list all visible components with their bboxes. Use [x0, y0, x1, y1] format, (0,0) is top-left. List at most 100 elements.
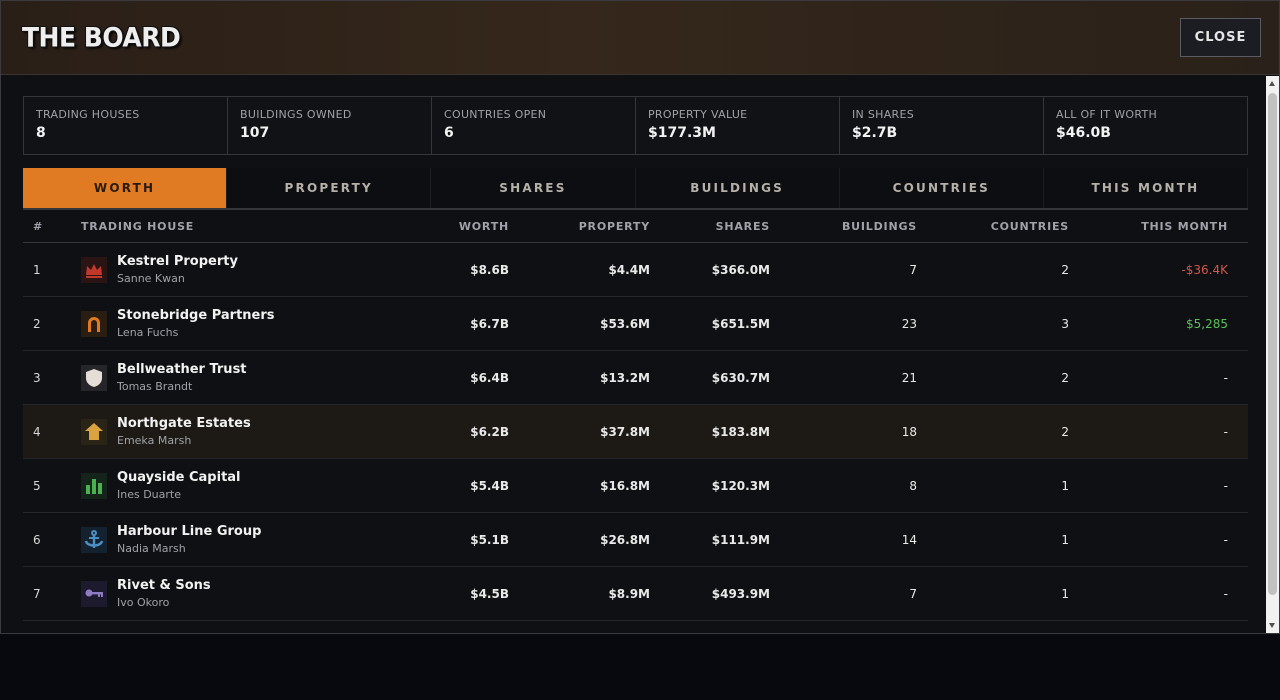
cell-worth: $8.6B — [470, 262, 509, 277]
house-name[interactable]: Northgate Estates — [117, 416, 251, 431]
cell-countries: 1 — [1061, 532, 1069, 547]
house-owner: Ivo Okoro — [117, 596, 170, 609]
house-owner: Lena Fuchs — [117, 326, 179, 339]
col-worth: WORTH — [458, 220, 509, 233]
stat-value: $46.0B — [1056, 125, 1111, 141]
house-owner: Nadia Marsh — [117, 542, 186, 555]
table-row[interactable]: 6 Harbour Line Group Nadia Marsh $5.1B $26.8… — [23, 513, 1248, 567]
cell-countries: 1 — [1061, 478, 1069, 493]
close-button[interactable]: CLOSE — [1180, 18, 1261, 57]
cell-this-month: - — [1223, 370, 1228, 385]
table-row[interactable]: 3 Bellweather Trust Tomas Brandt $6.4B $13.2… — [23, 351, 1248, 405]
trading-house-cell[interactable]: Northgate Estates Emeka Marsh — [69, 416, 409, 447]
cell-buildings: 7 — [909, 586, 917, 601]
cell-countries: 1 — [1061, 586, 1069, 601]
house-icon — [81, 418, 107, 445]
stat-value: $177.3M — [648, 125, 716, 141]
anchor-icon — [81, 526, 107, 553]
trading-house-cell[interactable]: Bellweather Trust Tomas Brandt — [69, 362, 409, 393]
house-owner: Ines Duarte — [117, 488, 181, 501]
cell-property: $53.6M — [600, 316, 650, 331]
tab-buildings[interactable]: BUILDINGS — [635, 168, 840, 208]
stat-buildings-owned: BUILDINGS OWNED 107 — [228, 97, 432, 154]
row-rank: 3 — [33, 370, 41, 385]
cell-worth: $4.5B — [470, 586, 509, 601]
house-name[interactable]: Quayside Capital — [117, 470, 241, 485]
table-row[interactable]: 2 Stonebridge Partners Lena Fuchs $6.7B $53.… — [23, 297, 1248, 351]
col-this-month: THIS MONTH — [1141, 220, 1228, 233]
cell-buildings: 21 — [901, 370, 917, 385]
cell-property: $16.8M — [600, 478, 650, 493]
cell-shares: $120.3M — [711, 478, 770, 493]
house-owner: Emeka Marsh — [117, 434, 192, 447]
house-name[interactable]: Bellweather Trust — [117, 362, 247, 377]
col-shares: SHARES — [715, 220, 770, 233]
tab-this-month[interactable]: THIS MONTH — [1043, 168, 1249, 208]
cell-worth: $5.1B — [470, 532, 509, 547]
cell-countries: 2 — [1061, 262, 1069, 277]
sort-tabs: WORTH PROPERTY SHARES BUILDINGS COUNTRIE… — [23, 168, 1249, 210]
crown-icon — [81, 256, 107, 283]
key-icon — [81, 580, 107, 607]
trading-house-cell[interactable]: Rivet & Sons Ivo Okoro — [69, 578, 409, 609]
cell-shares: $630.7M — [711, 370, 770, 385]
trading-house-cell[interactable]: Quayside Capital Ines Duarte — [69, 470, 409, 501]
stats-bar: TRADING HOUSES 8 BUILDINGS OWNED 107 COU… — [23, 96, 1248, 155]
tab-worth[interactable]: WORTH — [23, 168, 228, 208]
tab-countries[interactable]: COUNTRIES — [839, 168, 1044, 208]
trading-house-cell[interactable]: Kestrel Property Sanne Kwan — [69, 254, 409, 285]
scroll-down-icon[interactable] — [1269, 623, 1275, 628]
cell-property: $26.8M — [600, 532, 650, 547]
bar-chart-icon — [81, 472, 107, 499]
tab-property[interactable]: PROPERTY — [227, 168, 432, 208]
stat-label: IN SHARES — [852, 108, 915, 121]
page-title: THE BOARD — [22, 22, 181, 53]
table-row[interactable]: 7 Rivet & Sons Ivo Okoro $4.5B $8.9M $493.9M 7… — [23, 567, 1248, 621]
house-name[interactable]: Stonebridge Partners — [117, 308, 275, 323]
stat-trading-houses: TRADING HOUSES 8 — [24, 97, 228, 154]
shield-icon — [81, 364, 107, 391]
table-row[interactable]: 5 Quayside Capital Ines Duarte $5.4B $16.8M $… — [23, 459, 1248, 513]
col-countries: COUNTRIES — [990, 220, 1069, 233]
table-row[interactable]: 1 Kestrel Property Sanne Kwan $8.6B $4.4M $36… — [23, 243, 1248, 297]
table-header: # TRADING HOUSE WORTH PROPERTY SHARES BU… — [23, 211, 1248, 243]
trading-house-cell[interactable]: Stonebridge Partners Lena Fuchs — [69, 308, 409, 339]
cell-shares: $651.5M — [711, 316, 770, 331]
cell-this-month: $5,285 — [1186, 316, 1228, 331]
house-name[interactable]: Rivet & Sons — [117, 578, 211, 593]
stat-label: PROPERTY VALUE — [648, 108, 748, 121]
house-name[interactable]: Kestrel Property — [117, 254, 238, 269]
cell-buildings: 14 — [901, 532, 917, 547]
cell-countries: 2 — [1061, 424, 1069, 439]
board-content: TRADING HOUSES 8 BUILDINGS OWNED 107 COU… — [1, 76, 1267, 633]
stat-label: ALL OF IT WORTH — [1056, 108, 1158, 121]
modal-header: THE BOARD CLOSE — [1, 1, 1279, 75]
cell-this-month: -$36.4K — [1181, 262, 1228, 277]
row-rank: 7 — [33, 586, 41, 601]
cell-shares: $111.9M — [711, 532, 770, 547]
table-row[interactable]: 4 Northgate Estates Emeka Marsh $6.2B $37.8M… — [23, 405, 1248, 459]
board-modal: THE BOARD CLOSE TRADING HOUSES 8 BUILDIN… — [0, 0, 1280, 634]
stat-value: 107 — [240, 125, 270, 141]
table-body: 1 Kestrel Property Sanne Kwan $8.6B $4.4M $36… — [23, 243, 1248, 621]
house-owner: Sanne Kwan — [117, 272, 185, 285]
cell-property: $4.4M — [608, 262, 650, 277]
scroll-up-icon[interactable] — [1269, 81, 1275, 86]
stat-countries-open: COUNTRIES OPEN 6 — [432, 97, 636, 154]
stat-value: 8 — [36, 125, 46, 141]
scrollbar-thumb[interactable] — [1268, 93, 1277, 595]
page-background — [0, 634, 1280, 700]
stat-label: TRADING HOUSES — [36, 108, 140, 121]
vertical-scrollbar[interactable] — [1266, 76, 1279, 633]
col-rank: # — [33, 220, 44, 233]
row-rank: 4 — [33, 424, 41, 439]
cell-property: $37.8M — [600, 424, 650, 439]
cell-property: $13.2M — [600, 370, 650, 385]
cell-buildings: 23 — [901, 316, 917, 331]
trading-house-cell[interactable]: Harbour Line Group Nadia Marsh — [69, 524, 409, 555]
tab-shares[interactable]: SHARES — [431, 168, 636, 208]
cell-buildings: 18 — [901, 424, 917, 439]
house-name[interactable]: Harbour Line Group — [117, 524, 261, 539]
row-rank: 6 — [33, 532, 41, 547]
horseshoe-icon — [81, 310, 107, 337]
